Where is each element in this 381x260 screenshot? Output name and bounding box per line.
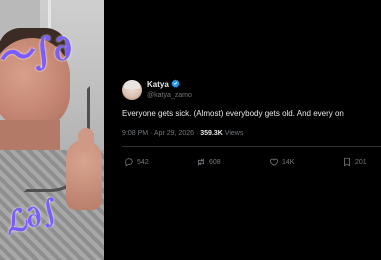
repost-icon	[198, 158, 204, 166]
photo-thumb	[78, 128, 94, 152]
reply-icon	[125, 158, 133, 167]
hospital-photo: 〜∫∂ ℒ∂∫	[0, 0, 104, 260]
display-name[interactable]: Katya	[147, 80, 169, 89]
verified-badge-icon	[171, 79, 180, 88]
avatar[interactable]	[122, 80, 142, 100]
reply-count: 542	[137, 158, 149, 166]
views-count[interactable]: 359.3K	[200, 130, 223, 137]
repost-button[interactable]: 608	[196, 157, 221, 167]
like-count: 14K	[282, 158, 295, 166]
user-handle[interactable]: @katya_zamo	[147, 92, 192, 99]
bookmark-button[interactable]: 201	[342, 157, 367, 167]
divider	[122, 146, 381, 147]
tweet-actions: 542 608 14K 201	[122, 157, 381, 169]
tweet-card: Katya @katya_zamo Everyone gets sick. (A…	[122, 78, 381, 188]
tweet-date[interactable]: Apr 29, 2026	[154, 130, 194, 137]
reply-button[interactable]: 542	[124, 157, 149, 167]
repost-count: 608	[209, 158, 221, 166]
views-label: Views	[224, 130, 244, 137]
bookmark-count: 201	[355, 158, 367, 166]
tweet-text: Everyone gets sick. (Almost) everybody g…	[122, 109, 344, 118]
tweet-meta: 9:08 PM · Apr 29, 2026 · 359.3K Views	[122, 130, 243, 137]
heart-icon	[269, 158, 279, 166]
like-button[interactable]: 14K	[269, 157, 294, 167]
bookmark-icon	[344, 157, 350, 167]
tweet-time[interactable]: 9:08 PM	[122, 130, 148, 137]
